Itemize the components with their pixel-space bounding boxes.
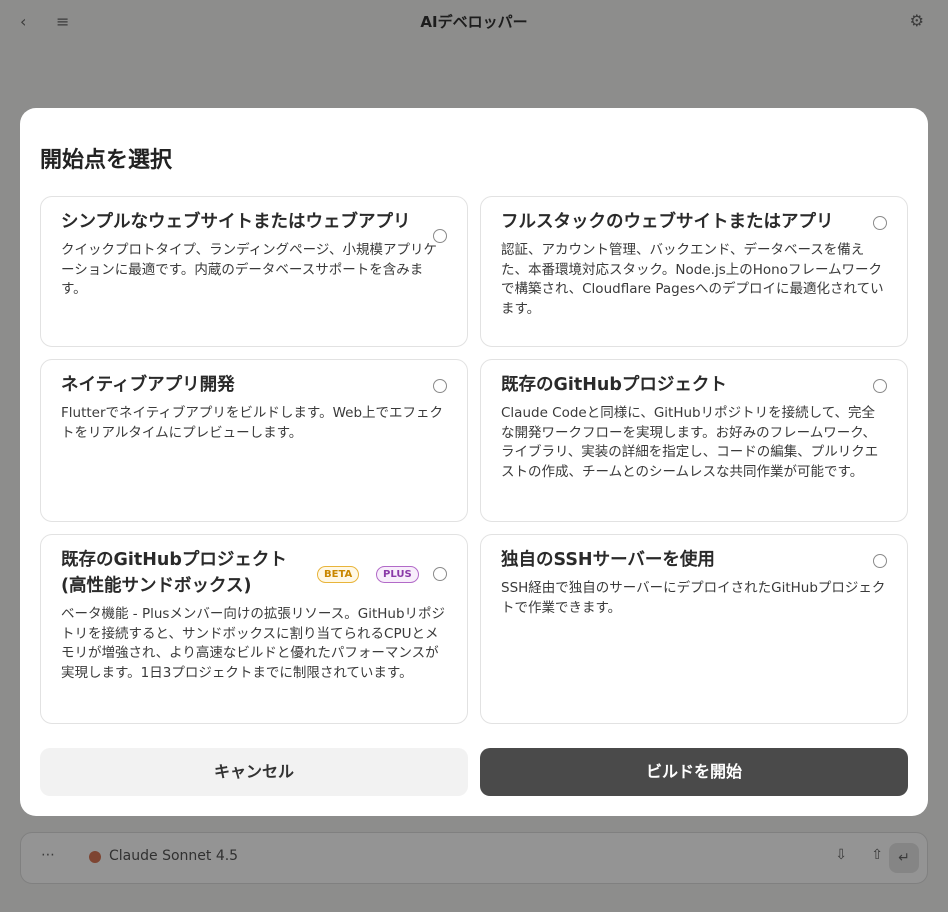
option-fullstack-app[interactable]: フルスタックのウェブサイトまたはアプリ 認証、アカウント管理、バックエンド、デー… [480,196,908,347]
option-radio[interactable] [433,379,447,393]
start-point-dialog: 開始点を選択 シンプルなウェブサイトまたはウェブアプリ クイックプロトタイプ、ラ… [20,108,928,816]
option-radio[interactable] [433,567,447,581]
option-radio[interactable] [433,229,447,243]
option-description: SSH経由で独自のサーバーにデプロイされたGitHubプロジェクトで作業できます… [501,580,886,616]
option-radio[interactable] [873,379,887,393]
option-description: 認証、アカウント管理、バックエンド、データベースを備えた、本番環境対応スタック。… [501,242,884,317]
option-description: Claude Codeと同様に、GitHubリポジトリを接続して、完全な開発ワー… [501,405,879,480]
option-description: Flutterでネイティブアプリをビルドします。Web上でエフェクトをリアルタイ… [61,405,444,441]
option-title: 既存のGitHubプロジェクト(高性能サンドボックス) [61,550,287,596]
option-title: シンプルなウェブサイトまたはウェブアプリ [61,212,411,232]
option-existing-github[interactable]: 既存のGitHubプロジェクト Claude Codeと同様に、GitHubリポ… [480,359,908,522]
option-description: クイックプロトタイプ、ランディングページ、小規模アプリケーションに最適です。内蔵… [61,242,437,297]
start-build-button[interactable]: ビルドを開始 [480,748,908,796]
option-radio[interactable] [873,554,887,568]
option-title: 既存のGitHubプロジェクト [501,375,727,395]
option-simple-website[interactable]: シンプルなウェブサイトまたはウェブアプリ クイックプロトタイプ、ランディングペー… [40,196,468,347]
option-radio[interactable] [873,216,887,230]
cancel-button[interactable]: キャンセル [40,748,468,796]
option-title: ネイティブアプリ開発 [61,375,235,395]
option-own-ssh-server[interactable]: 独自のSSHサーバーを使用 SSH経由で独自のサーバーにデプロイされたGitHu… [480,534,908,724]
dialog-title: 開始点を選択 [40,148,173,173]
option-native-app[interactable]: ネイティブアプリ開発 Flutterでネイティブアプリをビルドします。Web上で… [40,359,468,522]
beta-badge: BETA [317,566,360,583]
option-description: ベータ機能 - Plusメンバー向けの拡張リソース。GitHubリポジトリを接続… [61,606,446,681]
option-github-high-performance[interactable]: 既存のGitHubプロジェクト(高性能サンドボックス) ベータ機能 - Plus… [40,534,468,724]
option-title: フルスタックのウェブサイトまたはアプリ [501,212,834,232]
option-title: 独自のSSHサーバーを使用 [501,550,715,570]
plus-badge: PLUS [376,566,419,583]
